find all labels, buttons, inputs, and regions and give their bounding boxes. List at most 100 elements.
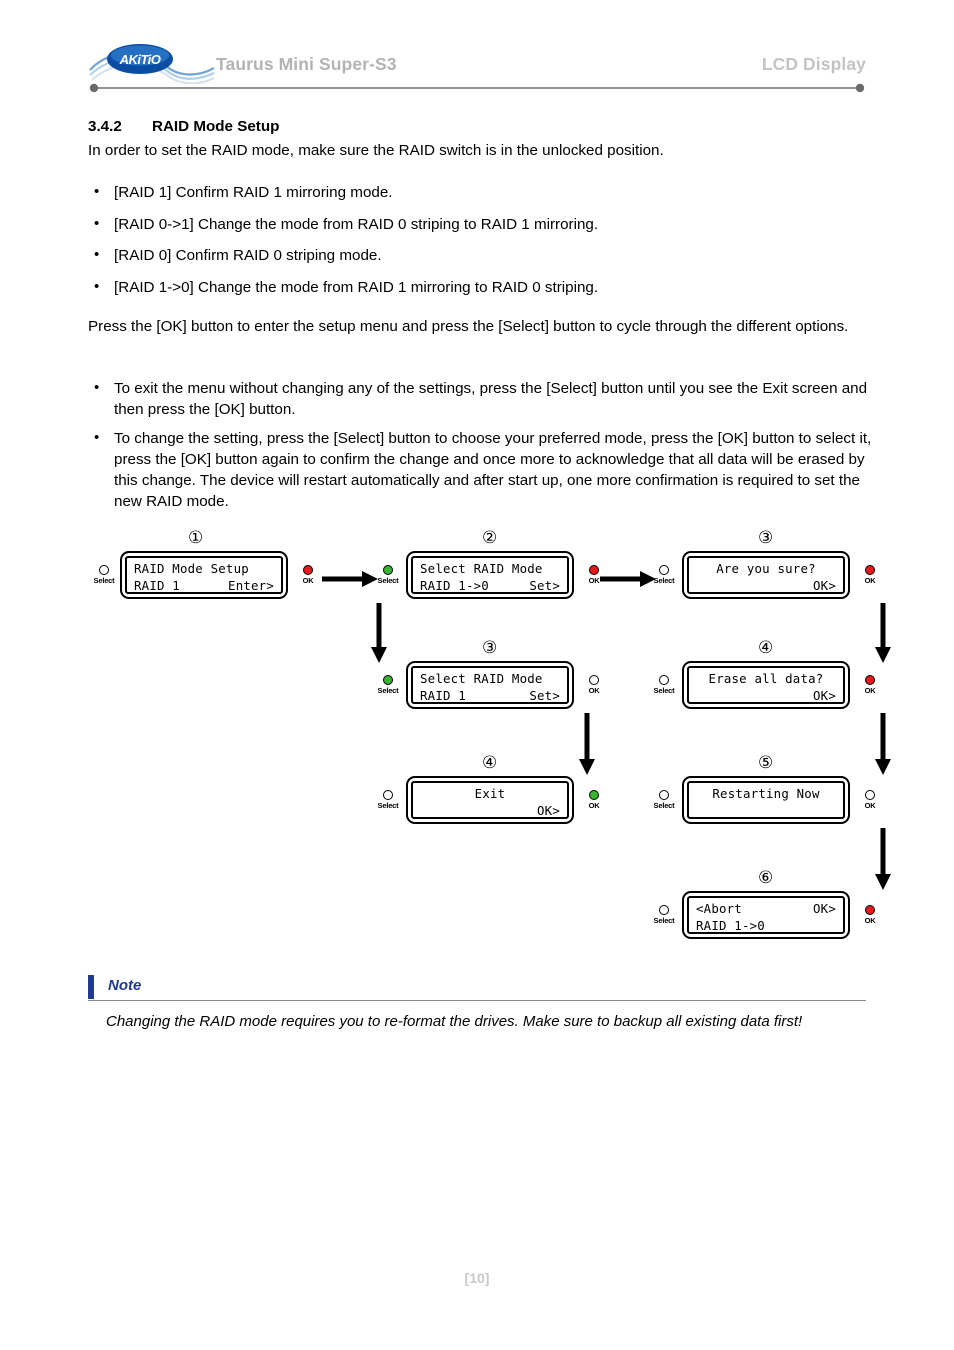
bullet-text: [RAID 1->0] Change the mode from RAID 1 … [114,278,599,296]
led-indicator-icon [659,565,669,575]
led-select-3[interactable]: Select [652,565,676,585]
led-label: OK [588,686,600,695]
lcd-screen: Exit OK> [411,781,569,819]
step-number-badge: ① [188,528,204,547]
led-label: OK [864,576,876,585]
step-number-badge: ④ [482,753,498,772]
step-number-badge: ③ [482,638,498,657]
lcd-line-1: Restarting Now [712,786,820,801]
led-indicator-icon [383,675,393,685]
header-product-title: Taurus Mini Super-S3 [216,54,397,74]
led-ok-6[interactable]: OK [858,905,882,925]
led-indicator-icon [303,565,313,575]
flow-node-step-3-confirm: ③ Select Are you sure? OK> OK [652,525,902,605]
lcd-line-2-left: RAID 1 [420,688,466,703]
led-indicator-icon [99,565,109,575]
lcd-line-2: RAID 1->0 Set> [420,577,560,594]
led-indicator-icon [659,675,669,685]
led-ok-4[interactable]: OK [858,675,882,695]
led-indicator-icon [383,790,393,800]
led-select-5[interactable]: Select [652,790,676,810]
led-label: OK [864,801,876,810]
lcd-line-2-left: RAID 1 [134,578,180,593]
intro-paragraph: In order to set the RAID mode, make sure… [88,142,664,159]
lcd-panel-step-4-exit: Exit OK> [406,776,574,824]
note-accent-bar [88,975,94,999]
lcd-line-2: RAID 1->0 [696,918,765,933]
led-label: Select [377,801,399,810]
lcd-line-1: Erase all data? [708,671,824,686]
header-section-title: LCD Display [761,54,866,74]
flow-arrow-right-icon [322,570,378,588]
led-label: OK [864,686,876,695]
lcd-line-1: Exit [474,786,506,801]
lcd-screen: Select RAID Mode RAID 1->0 Set> [411,556,569,594]
flow-node-step-5-restart: ⑤ Select Restarting Now OK [652,750,902,830]
lcd-line-1: <Abort OK> [696,900,836,917]
press-instruction-paragraph: Press the [OK] button to enter the setup… [88,318,849,335]
led-select-3b[interactable]: Select [376,675,400,695]
led-ok-3b[interactable]: OK [582,675,606,695]
lcd-line-2: RAID 1 Enter> [134,577,274,594]
led-select-4b[interactable]: Select [376,790,400,810]
page-header: AKiTiO Taurus Mini Super-S3 LCD Display [88,38,866,93]
lcd-panel-step-2: Select RAID Mode RAID 1->0 Set> [406,551,574,599]
led-select-2[interactable]: Select [376,565,400,585]
lcd-line-2: OK> [537,803,560,818]
page-number: [10] [464,1270,490,1286]
akitio-logo: AKiTiO [88,40,218,85]
lcd-line-1-left: <Abort [696,901,742,916]
led-indicator-icon [589,675,599,685]
step-number-badge: ⑤ [758,753,774,772]
bullet-text: [RAID 1] Confirm RAID 1 mirroring mode. [114,184,393,201]
lcd-line-2-right: Enter> [228,578,274,593]
list-item: To exit the menu without changing any of… [88,377,878,420]
led-indicator-icon [659,905,669,915]
lcd-line-2: OK> [813,578,836,593]
lcd-panel-step-5-restart: Restarting Now [682,776,850,824]
note-divider-rule [88,1000,866,1001]
led-ok-4b[interactable]: OK [582,790,606,810]
led-select-6[interactable]: Select [652,905,676,925]
led-ok-3[interactable]: OK [858,565,882,585]
svg-text:AKiTiO: AKiTiO [119,52,161,67]
led-indicator-icon [659,790,669,800]
led-label: Select [93,576,115,585]
lcd-panel-step-4-erase: Erase all data? OK> [682,661,850,709]
flow-node-step-3-select: ③ Select Select RAID Mode RAID 1 Set> OK [376,635,626,715]
bullet-text: To change the setting, press the [Select… [114,430,872,510]
bullet-text: [RAID 0->1] Change the mode from RAID 0 … [114,215,599,233]
flow-arrow-right-icon [600,570,656,588]
led-label: Select [377,576,399,585]
led-select-4[interactable]: Select [652,675,676,695]
step-number-badge: ② [482,528,498,547]
list-item: [RAID 1] Confirm RAID 1 mirroring mode. [88,181,878,203]
led-label: OK [588,801,600,810]
led-ok-5[interactable]: OK [858,790,882,810]
flow-node-step-4-erase: ④ Select Erase all data? OK> OK [652,635,902,715]
lcd-line-2: OK> [813,688,836,703]
lcd-screen: <Abort OK> RAID 1->0 [687,896,845,934]
step-number-badge: ③ [758,528,774,547]
list-item: To change the setting, press the [Select… [88,427,878,512]
led-label: Select [653,916,675,925]
led-select-1[interactable]: Select [92,565,116,585]
lcd-screen: Select RAID Mode RAID 1 Set> [411,666,569,704]
led-ok-1[interactable]: OK [296,565,320,585]
lcd-panel-step-3-confirm: Are you sure? OK> [682,551,850,599]
flow-node-step-1: ① Select RAID Mode Setup RAID 1 Enter> O… [88,525,328,605]
bullet-text: [RAID 0] Confirm RAID 0 striping mode. [114,247,382,264]
flow-node-step-6-abort: ⑥ Select <Abort OK> RAID 1->0 OK [652,865,902,945]
raid-setup-flow-diagram: ① Select RAID Mode Setup RAID 1 Enter> O… [88,525,891,955]
action-bullet-list: To exit the menu without changing any of… [88,377,878,520]
section-number: 3.4.2 [88,118,122,135]
led-label: Select [653,801,675,810]
lcd-screen: Restarting Now [687,781,845,819]
lcd-line-1: Select RAID Mode [420,671,543,686]
page-footer: [10] [0,1270,954,1286]
led-indicator-icon [865,675,875,685]
raid-mode-bullet-list: [RAID 1] Confirm RAID 1 mirroring mode. … [88,181,878,308]
led-label: Select [653,686,675,695]
lcd-line-1: Are you sure? [716,561,816,576]
led-indicator-icon [589,565,599,575]
